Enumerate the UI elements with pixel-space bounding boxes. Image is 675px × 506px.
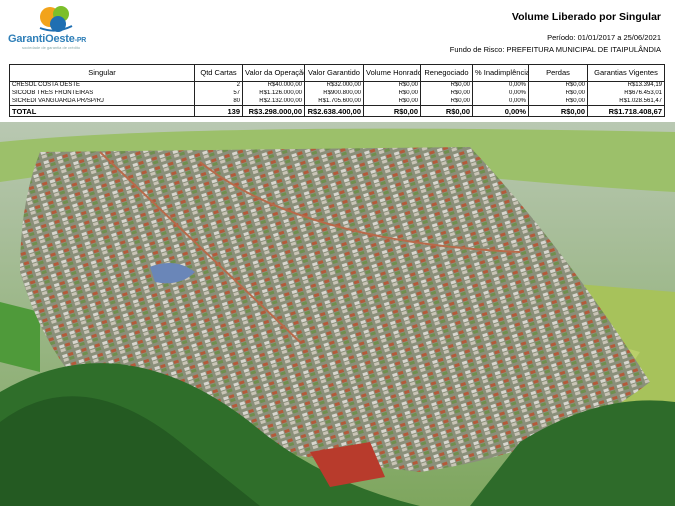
report-title: Volume Liberado por Singular [511, 11, 661, 23]
column-header: Valor da Operação [242, 64, 305, 82]
table-total-row: TOTAL 139 R$3.298.000,00 R$2.638.400,00 … [9, 105, 665, 117]
column-header: Garantias Vigentes [587, 64, 665, 82]
table-cell: 0,00% [472, 81, 529, 90]
table-cell: R$0,00 [420, 105, 473, 117]
table-cell: 0,00% [472, 97, 529, 106]
table-cell: R$0,00 [528, 89, 588, 98]
table-cell: SICREDI VANGUARDA PR/SP/RJ [9, 97, 195, 106]
table-cell: R$1.028.561,47 [587, 97, 665, 106]
table-row: CRESOL COSTA OESTE 2 R$40.000,00 R$32.00… [9, 81, 665, 90]
column-header: Singular [9, 64, 195, 82]
table-cell: R$2.132.000,00 [242, 97, 305, 106]
logo-spheres-icon [39, 6, 73, 32]
logo-wordmark: GarantiOeste-PR [8, 33, 87, 45]
table-cell: R$2.638.400,00 [304, 105, 364, 117]
singular-table: Singular Qtd Cartas Valor da Operação Va… [9, 64, 665, 117]
report-fund: Fundo de Risco: PREFEITURA MUNICIPAL DE … [449, 45, 661, 54]
table-cell: R$1.718.408,67 [587, 105, 665, 117]
table-cell: R$1.705.600,00 [304, 97, 364, 106]
table-cell: 0,00% [472, 105, 529, 117]
column-header: Perdas [528, 64, 588, 82]
logo-tagline: sociedade de garantia de crédito [22, 45, 81, 50]
table-cell: R$0,00 [420, 89, 473, 98]
table-cell: R$900.800,00 [304, 89, 364, 98]
table-cell: R$0,00 [420, 81, 473, 90]
table-cell: TOTAL [9, 105, 195, 117]
table-row: SICREDI VANGUARDA PR/SP/RJ 80 R$2.132.00… [9, 97, 665, 106]
column-header: Renegociado [420, 64, 473, 82]
table-cell: R$0,00 [528, 97, 588, 106]
table-cell: R$0,00 [363, 105, 421, 117]
report-period: Período: 01/01/2017 a 25/06/2021 [547, 33, 661, 42]
report-header: GarantiOeste-PR sociedade de garantia de… [0, 0, 675, 63]
garantioeste-logo: GarantiOeste-PR sociedade de garantia de… [8, 4, 108, 50]
table-cell: 57 [194, 89, 243, 98]
table-cell: 80 [194, 97, 243, 106]
table-cell: R$13.394,19 [587, 81, 665, 90]
table-cell: 2 [194, 81, 243, 90]
column-header: Valor Garantido [304, 64, 364, 82]
column-header: Qtd Cartas [194, 64, 243, 82]
table-cell: 139 [194, 105, 243, 117]
table-cell: R$0,00 [363, 89, 421, 98]
table-cell: R$676.453,01 [587, 89, 665, 98]
table-cell: R$0,00 [363, 97, 421, 106]
table-cell: SICOOB TRÊS FRONTEIRAS [9, 89, 195, 98]
table-cell: R$32.000,00 [304, 81, 364, 90]
table-cell: R$0,00 [420, 97, 473, 106]
table-cell: R$0,00 [528, 105, 588, 117]
table-cell: R$0,00 [363, 81, 421, 90]
column-header: % Inadimplência [472, 64, 529, 82]
table-cell: R$0,00 [528, 81, 588, 90]
table-cell: R$1.126.000,00 [242, 89, 305, 98]
table-cell: 0,00% [472, 89, 529, 98]
table-header-row: Singular Qtd Cartas Valor da Operação Va… [9, 64, 665, 82]
table-cell: R$3.298.000,00 [242, 105, 305, 117]
table-row: SICOOB TRÊS FRONTEIRAS 57 R$1.126.000,00… [9, 89, 665, 98]
aerial-city-photo [0, 122, 675, 506]
table-cell: CRESOL COSTA OESTE [9, 81, 195, 90]
column-header: Volume Honrado [363, 64, 421, 82]
table-cell: R$40.000,00 [242, 81, 305, 90]
